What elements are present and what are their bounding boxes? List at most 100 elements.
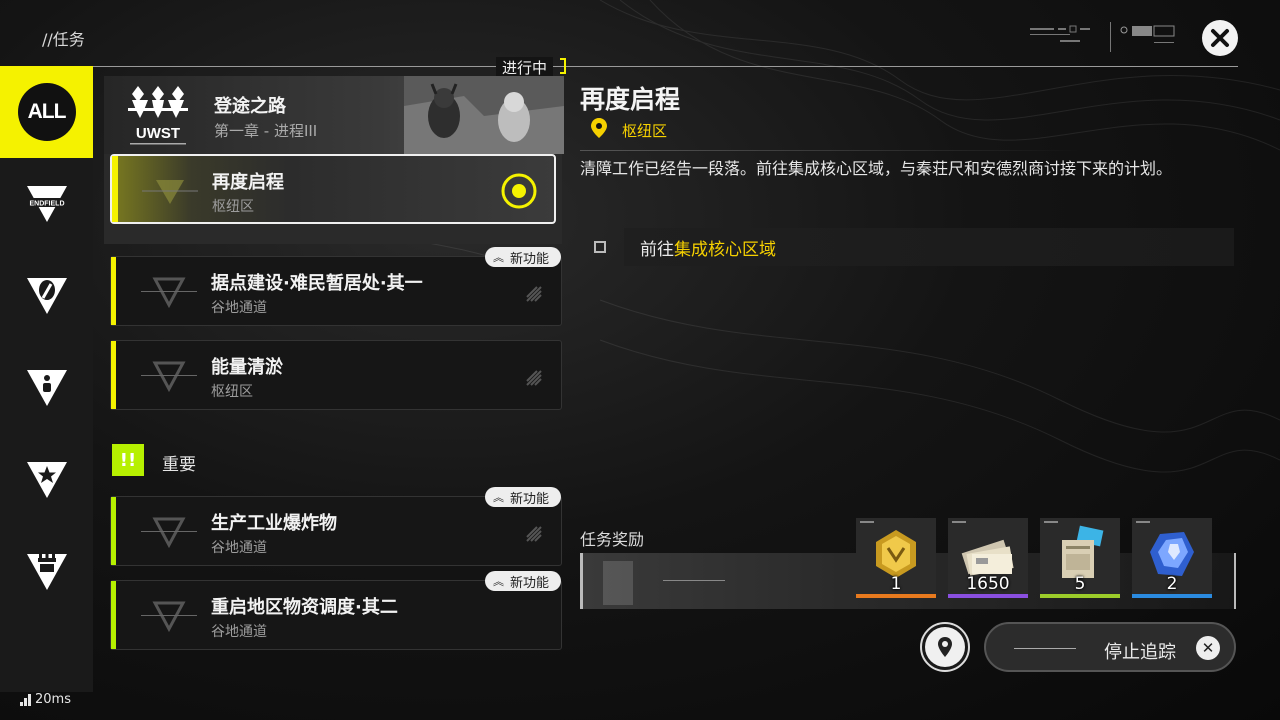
badge-label: 新功能 <box>509 491 549 507</box>
badge-label: 新功能 <box>509 251 549 267</box>
double-chevron-up-icon: ︽ <box>492 575 504 588</box>
header-decoration <box>1030 22 1175 52</box>
quest-stripe <box>111 257 116 325</box>
chapter-progress: 第一章 - 进程III <box>214 122 318 140</box>
quest-stripe <box>111 341 116 409</box>
quest-item[interactable]: 据点建设·难民暂居处·其一 谷地通道 ︽ 新功能 <box>110 247 562 326</box>
reward-topmark <box>1044 521 1058 523</box>
quest-item[interactable]: 生产工业爆炸物 谷地通道 ︽ 新功能 <box>110 487 562 566</box>
quest-area: 谷地通道 <box>211 624 267 640</box>
tower-icon <box>26 554 67 590</box>
sidebar-item-label: ALL <box>17 83 76 141</box>
signal-icon <box>20 693 31 706</box>
objective-highlight: 集成核心区域 <box>674 239 776 260</box>
hatch-icon <box>526 286 542 302</box>
section-label: 重要 <box>162 455 196 475</box>
sidebar-item-all[interactable]: ALL <box>0 66 93 158</box>
quest-area: 枢纽区 <box>212 199 254 215</box>
rewards-strip-end <box>1234 553 1236 609</box>
objective-text: 前往 集成核心区域 <box>624 228 1234 266</box>
quest-name: 再度启程 <box>212 172 284 193</box>
locate-button-face <box>925 627 965 667</box>
network-ping: 20ms <box>20 692 71 707</box>
location-divider <box>580 150 1080 151</box>
svg-text:ENDFIELD: ENDFIELD <box>29 201 64 208</box>
ping-value: 20ms <box>35 692 71 707</box>
sidebar-item-character[interactable] <box>0 342 93 434</box>
reward-quantity: 1 <box>890 574 902 594</box>
hatch-icon <box>526 526 542 542</box>
chapter-illustration <box>404 76 564 154</box>
map-pin-icon <box>938 637 952 657</box>
target-icon[interactable] <box>500 172 538 210</box>
quest-stripe <box>111 497 116 565</box>
quest-emblem-icon <box>141 361 197 393</box>
locate-button[interactable] <box>920 622 970 672</box>
rewards-label: 任务奖励 <box>580 530 645 549</box>
reward-quantity: 5 <box>1074 574 1086 594</box>
quest-name: 据点建设·难民暂居处·其一 <box>211 273 423 294</box>
strip-line <box>663 580 725 581</box>
sidebar-item-endfield[interactable]: ENDFIELD <box>0 158 93 250</box>
reward-topmark <box>1136 521 1150 523</box>
star-icon <box>26 462 67 498</box>
reward-quantity: 2 <box>1166 574 1178 594</box>
new-feature-badge: ︽ 新功能 <box>484 571 561 591</box>
chapter-name: 登途之路 <box>214 96 286 117</box>
reward-topmark <box>860 521 874 523</box>
sidebar-item-facility[interactable] <box>0 526 93 618</box>
chapter-card: UWST 登途之路 第一章 - 进程III <box>104 76 564 154</box>
stop-tracking-button[interactable]: 停止追踪 ✕ <box>984 622 1236 672</box>
detail-title: 再度启程 <box>580 85 681 114</box>
endfield-icon: ENDFIELD <box>24 186 69 222</box>
button-line-decoration <box>1014 648 1076 649</box>
quest-emblem-icon <box>141 601 197 633</box>
double-chevron-up-icon: ︽ <box>492 251 504 264</box>
compass-icon <box>26 278 67 314</box>
quest-item-active[interactable]: 再度启程 枢纽区 <box>110 154 556 224</box>
close-icon <box>1211 29 1229 47</box>
active-stripe <box>112 156 118 222</box>
svg-text:UWST: UWST <box>136 125 180 142</box>
quest-list: UWST 登途之路 第一章 - 进程III 再度启程 枢纽区 据点建设·难民暂居… <box>104 66 564 666</box>
sidebar-item-exploration[interactable] <box>0 250 93 342</box>
rarity-bar <box>1040 594 1120 598</box>
person-icon <box>26 370 67 406</box>
close-button[interactable] <box>1202 20 1238 56</box>
active-quest-container: 再度启程 枢纽区 <box>104 154 562 244</box>
hatch-icon <box>526 370 542 386</box>
double-chevron-up-icon: ︽ <box>492 491 504 504</box>
quest-area: 谷地通道 <box>211 300 267 316</box>
quest-area: 谷地通道 <box>211 540 267 556</box>
location-name: 枢纽区 <box>622 121 668 140</box>
quest-name: 重启地区物资调度·其二 <box>211 597 398 618</box>
reward-item[interactable]: 2 <box>1132 518 1212 598</box>
sidebar-item-special[interactable] <box>0 434 93 526</box>
important-icon: !! <box>112 444 144 476</box>
stop-tracking-label: 停止追踪 <box>1104 642 1176 663</box>
detail-location: 枢纽区 <box>590 118 667 142</box>
new-feature-badge: ︽ 新功能 <box>484 247 561 267</box>
reward-quantity: 1650 <box>966 574 1010 594</box>
quest-description: 清障工作已经告一段落。前往集成核心区域，与秦荘尺和安德烈商讨接下来的计划。 <box>580 159 1173 178</box>
quest-name: 生产工业爆炸物 <box>211 513 337 534</box>
reward-item[interactable]: 1650 <box>948 518 1028 598</box>
important-section-header: !! 重要 <box>108 442 548 482</box>
quest-area: 枢纽区 <box>211 384 253 400</box>
location-pin-icon <box>590 117 608 143</box>
category-sidebar: ALL ENDFIELD <box>0 66 93 692</box>
quest-item[interactable]: 重启地区物资调度·其二 谷地通道 ︽ 新功能 <box>110 571 562 650</box>
reward-item[interactable]: 1 <box>856 518 936 598</box>
quest-emblem-icon <box>142 180 198 204</box>
reward-item[interactable]: 5 <box>1040 518 1120 598</box>
page-title: //任务 <box>42 30 85 49</box>
quest-item[interactable]: 能量清淤 枢纽区 <box>110 340 562 410</box>
rarity-bar <box>948 594 1028 598</box>
rarity-bar <box>1132 594 1212 598</box>
new-feature-badge: ︽ 新功能 <box>484 487 561 507</box>
uwst-logo-icon: UWST <box>128 86 188 145</box>
objective-checkbox <box>594 241 606 253</box>
close-icon: ✕ <box>1196 636 1220 660</box>
objective-row: 前往 集成核心区域 <box>588 228 1234 266</box>
badge-label: 新功能 <box>509 575 549 591</box>
